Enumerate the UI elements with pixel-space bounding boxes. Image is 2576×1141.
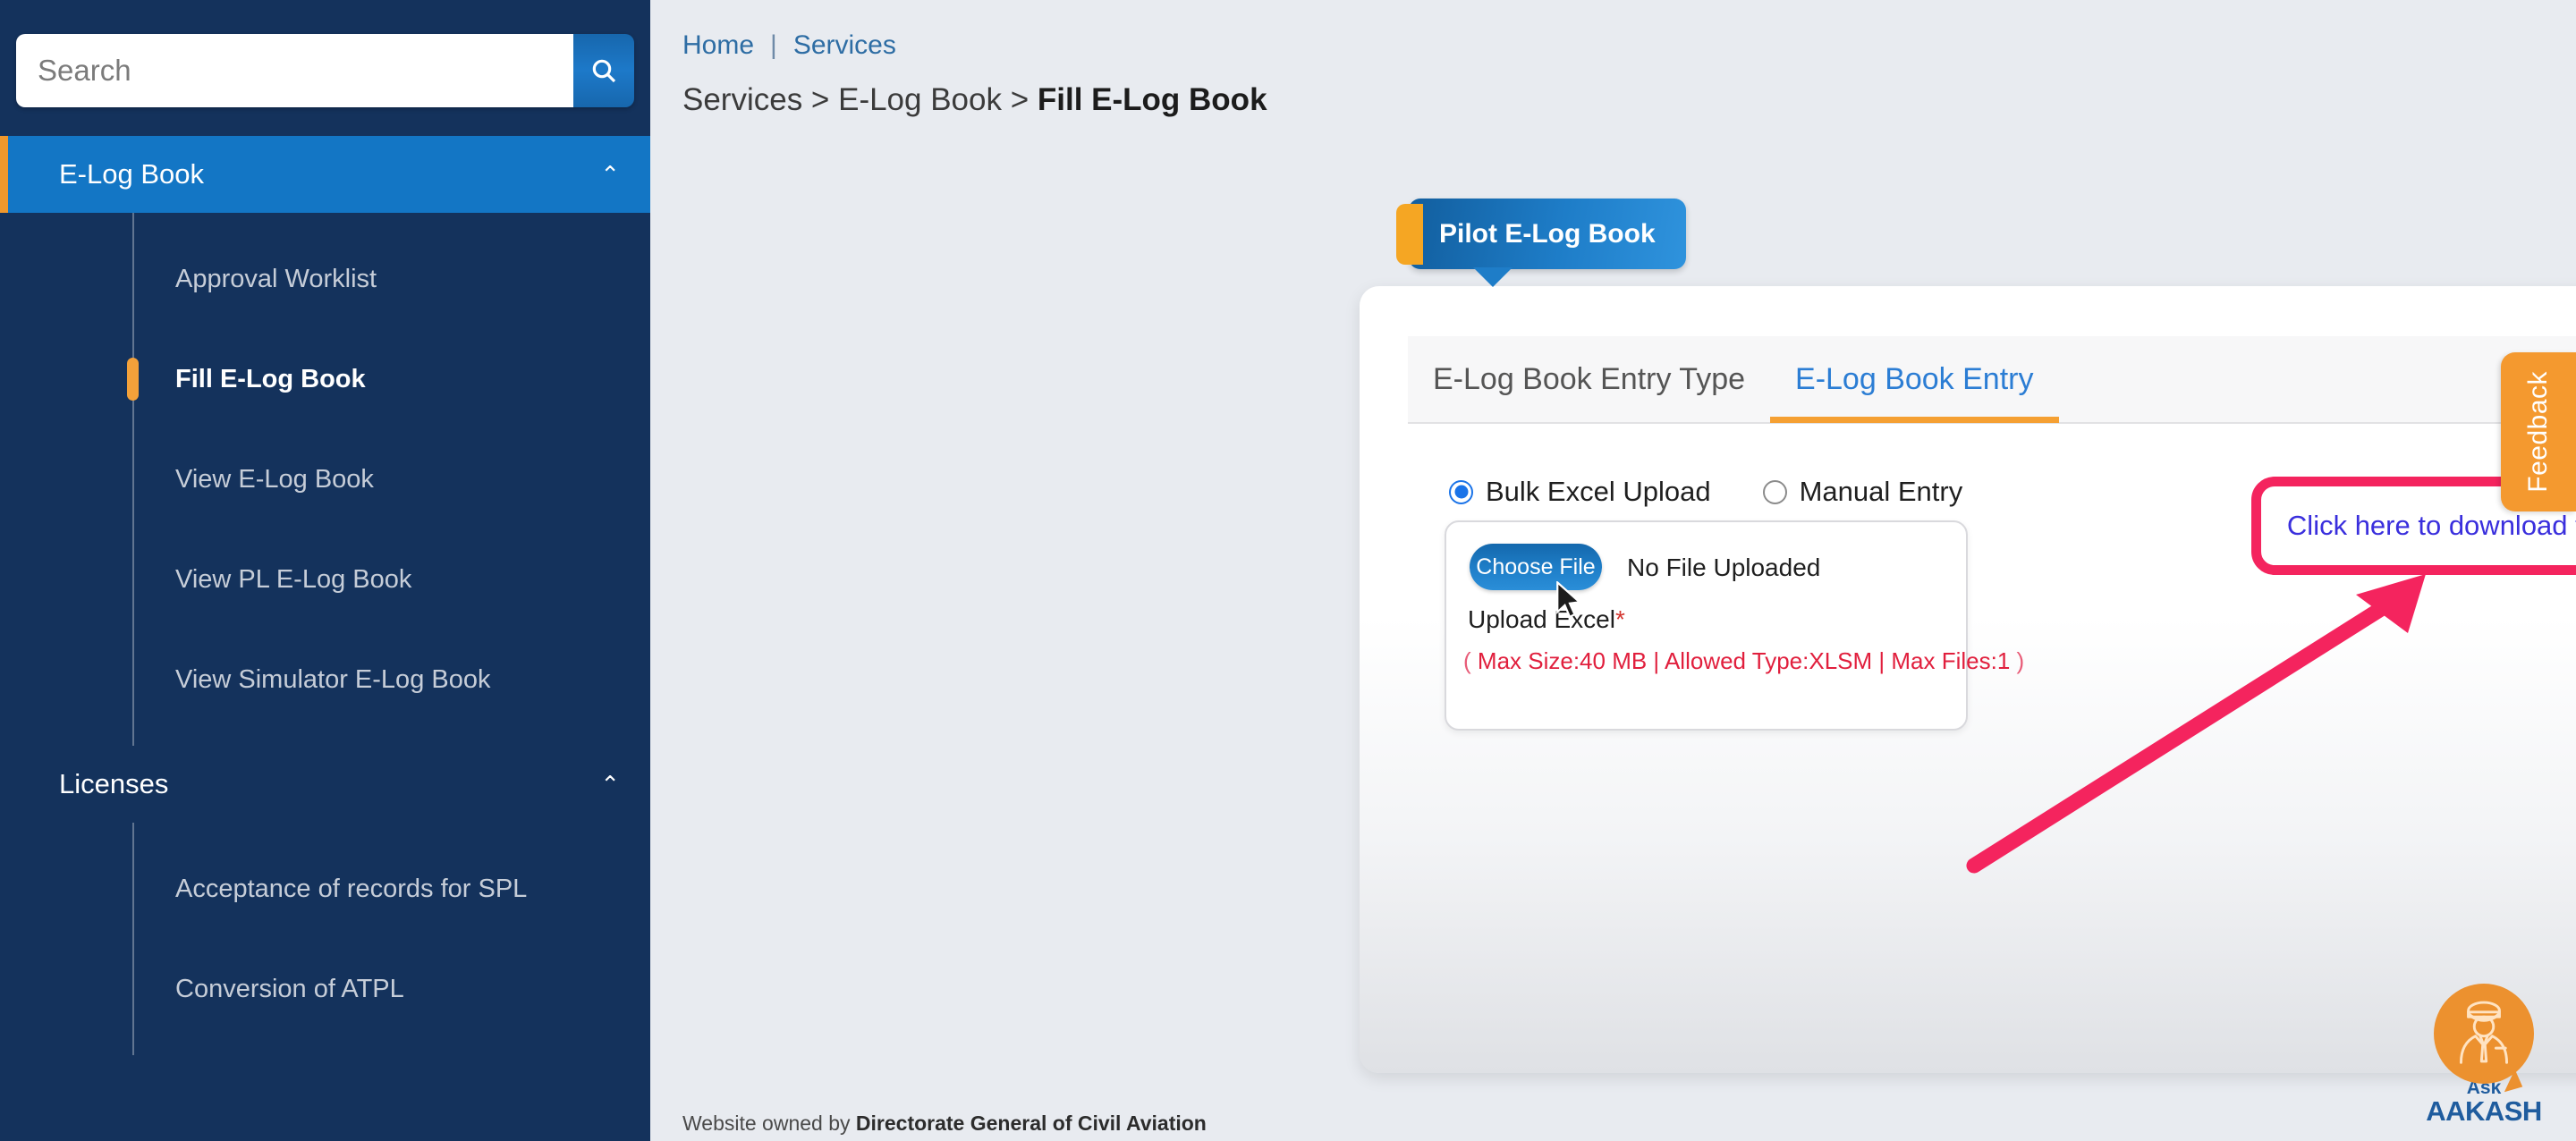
sidebar-item-view-elogbook[interactable]: View E-Log Book <box>0 429 650 529</box>
upload-panel: Choose File No File Uploaded Upload Exce… <box>1445 520 2024 731</box>
upload-constraints-text: ( Max Size:40 MB | Allowed Type:XLSM | M… <box>1463 647 2024 675</box>
sidebar-group-licenses[interactable]: Licenses ⌃ <box>0 746 650 823</box>
elogbook-entry-card: E-Log Book Entry Type E-Log Book Entry B… <box>1360 286 2576 1073</box>
chevron-up-icon: ⌃ <box>600 161 620 188</box>
constraints-text: Max Size:40 MB | Allowed Type:XLSM | Max… <box>1477 647 2011 674</box>
main-content: Home | Services Services > E-Log Book > … <box>650 0 2576 1141</box>
upload-excel-label: Upload Excel* <box>1468 605 1625 634</box>
page-title: Services > E-Log Book > Fill E-Log Book <box>682 82 1267 118</box>
sidebar-sublist-elogbook: Approval Worklist Fill E-Log Book View E… <box>0 213 650 746</box>
tab-label: E-Log Book Entry <box>1795 361 2034 396</box>
upload-excel-text: Upload Excel <box>1468 605 1615 633</box>
sidebar-item-view-pl-elogbook[interactable]: View PL E-Log Book <box>0 529 650 630</box>
sidebar-item-label: Conversion of ATPL <box>175 974 404 1003</box>
breadcrumb-services-link[interactable]: Services <box>793 30 896 61</box>
sidebar-item-conversion-atpl[interactable]: Conversion of ATPL <box>0 939 650 1039</box>
sidebar-item-label: Fill E-Log Book <box>175 364 366 393</box>
tab-pilot-elogbook-label: Pilot E-Log Book <box>1439 218 1656 249</box>
app-root: E-Log Book ⌃ Approval Worklist Fill E-Lo… <box>0 0 2576 1141</box>
search-button[interactable] <box>573 34 634 107</box>
required-asterisk: * <box>1614 605 1625 633</box>
footer-prefix: Website owned by <box>682 1111 856 1135</box>
sidebar-sublist-licenses: Acceptance of records for SPL Conversion… <box>0 823 650 1055</box>
sidebar-item-approval-worklist[interactable]: Approval Worklist <box>0 229 650 329</box>
choose-file-label: Choose File <box>1476 554 1596 579</box>
sidebar-group-label: Licenses <box>59 768 169 799</box>
footer-ownership-note: Website owned by Directorate General of … <box>682 1111 1207 1136</box>
sidebar-item-label: View PL E-Log Book <box>175 564 412 594</box>
search-bar <box>16 34 634 107</box>
tab-elogbook-entry-type[interactable]: E-Log Book Entry Type <box>1408 335 1770 423</box>
page-path-current: Fill E-Log Book <box>1037 82 1267 117</box>
constraints-close-paren: ) <box>2016 647 2025 674</box>
aakash-avatar <box>2434 984 2534 1084</box>
sidebar-item-acceptance-records-spl[interactable]: Acceptance of records for SPL <box>0 839 650 939</box>
download-template-link[interactable]: Click here to download template <box>2287 510 2576 542</box>
feedback-label: Feedback <box>2523 371 2553 493</box>
ask-aakash-chatbot-button[interactable]: Ask AAKASH <box>2417 984 2551 1141</box>
feedback-tab[interactable]: Feedback <box>2501 352 2576 511</box>
radio-manual-entry[interactable]: Manual Entry <box>1762 476 1963 508</box>
radio-label: Manual Entry <box>1799 476 1963 507</box>
pilot-officer-icon <box>2459 1001 2509 1064</box>
search-input[interactable] <box>16 34 573 107</box>
entry-mode-radio-group: Bulk Excel Upload Manual Entry <box>1449 476 1962 508</box>
sidebar: E-Log Book ⌃ Approval Worklist Fill E-Lo… <box>0 0 650 1141</box>
chevron-up-icon: ⌃ <box>600 771 620 798</box>
sidebar-item-label: Approval Worklist <box>175 264 377 293</box>
page-path-prefix: Services > E-Log Book > <box>682 82 1038 117</box>
sidebar-item-label: Acceptance of records for SPL <box>175 874 528 903</box>
radio-indicator-icon <box>1762 479 1787 504</box>
tab-pilot-elogbook[interactable]: Pilot E-Log Book <box>1396 199 1686 287</box>
sidebar-group-elogbook[interactable]: E-Log Book ⌃ <box>0 136 650 213</box>
constraints-open-paren: ( <box>1463 647 1471 674</box>
sidebar-group-label: E-Log Book <box>59 158 204 190</box>
breadcrumb: Home | Services <box>682 30 896 61</box>
search-icon <box>592 59 616 83</box>
breadcrumb-separator: | <box>770 30 777 60</box>
footer-owner: Directorate General of Civil Aviation <box>855 1111 1207 1135</box>
choose-file-button[interactable]: Choose File <box>1470 544 1602 590</box>
radio-label: Bulk Excel Upload <box>1486 476 1711 507</box>
sidebar-item-fill-elogbook[interactable]: Fill E-Log Book <box>0 329 650 429</box>
sidebar-item-view-simulator-elogbook[interactable]: View Simulator E-Log Book <box>0 630 650 730</box>
aakash-name-text: AAKASH <box>2426 1095 2542 1127</box>
card-tabs: E-Log Book Entry Type E-Log Book Entry <box>1408 336 2576 424</box>
file-status-text: No File Uploaded <box>1627 554 1821 581</box>
radio-indicator-icon <box>1449 479 1473 504</box>
aakash-label: Ask AAKASH <box>2417 1078 2551 1125</box>
sidebar-item-label: View Simulator E-Log Book <box>175 664 491 694</box>
breadcrumb-home-link[interactable]: Home <box>682 30 754 61</box>
sidebar-item-label: View E-Log Book <box>175 464 374 494</box>
tab-elogbook-entry[interactable]: E-Log Book Entry <box>1770 335 2059 423</box>
tab-label: E-Log Book Entry Type <box>1433 361 1746 396</box>
radio-bulk-excel-upload[interactable]: Bulk Excel Upload <box>1449 476 1711 508</box>
